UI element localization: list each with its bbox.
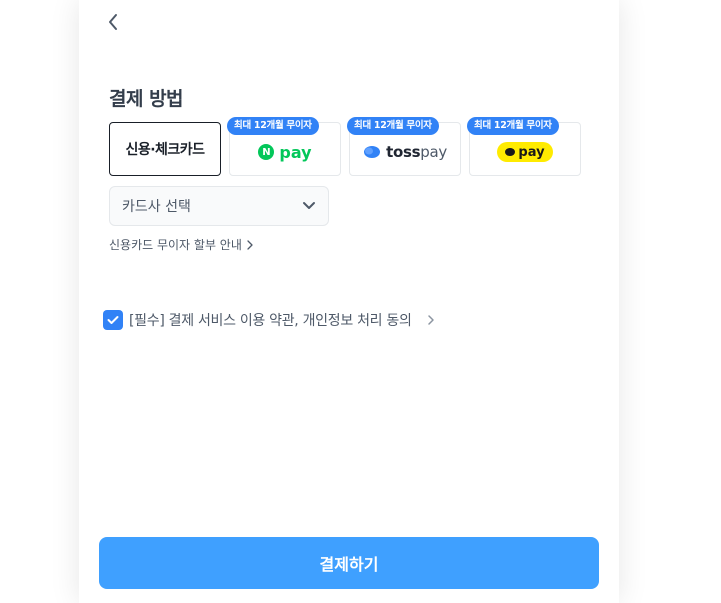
kakaopay-pill: pay (497, 142, 553, 162)
pay-button[interactable]: 결제하기 (99, 537, 599, 589)
installment-info-label: 신용카드 무이자 할부 안내 (109, 238, 242, 252)
kakao-bubble-icon (505, 148, 516, 156)
chevron-left-icon (109, 14, 117, 30)
kakaopay-label: pay (518, 144, 545, 160)
npay-label: pay (279, 142, 312, 162)
installment-info-link[interactable]: 신용카드 무이자 할부 안내 (109, 236, 254, 253)
method-kakaopay[interactable]: 최대 12개월 무이자 pay (467, 117, 581, 176)
method-card-label: 신용·체크카드 (125, 142, 205, 158)
section-title: 결제 방법 (109, 88, 184, 110)
check-icon (107, 316, 119, 324)
interest-free-badge: 최대 12개월 무이자 (347, 117, 439, 135)
interest-free-badge: 최대 12개월 무이자 (227, 117, 319, 135)
payment-panel: 결제 방법 신용·체크카드 최대 12개월 무이자 N pay 최대 12개월 … (79, 0, 619, 603)
chevron-right-icon (247, 239, 253, 250)
method-card[interactable]: 신용·체크카드 (109, 122, 221, 176)
tosspay-logo: tosspay (363, 143, 447, 161)
interest-free-badge: 최대 12개월 무이자 (467, 117, 559, 135)
kakaopay-logo: pay (497, 142, 553, 162)
naver-n-icon: N (258, 144, 275, 160)
npay-logo: N pay (258, 142, 312, 162)
back-button[interactable] (99, 8, 127, 36)
chevron-right-icon[interactable] (424, 313, 438, 327)
payment-methods: 신용·체크카드 최대 12개월 무이자 N pay 최대 12개월 무이자 to… (109, 117, 581, 176)
method-npay[interactable]: 최대 12개월 무이자 N pay (227, 117, 341, 176)
agreement-checkbox[interactable] (103, 310, 123, 330)
chevron-down-icon (303, 202, 315, 209)
toss-icon (364, 146, 381, 158)
tosspay-label: tosspay (386, 143, 447, 161)
card-select-value: 카드사 선택 (122, 199, 191, 215)
agreement-row: [필수] 결제 서비스 이용 약관, 개인정보 처리 동의 (103, 310, 438, 330)
method-tosspay[interactable]: 최대 12개월 무이자 tosspay (347, 117, 461, 176)
card-company-select[interactable]: 카드사 선택 (109, 186, 329, 226)
agreement-label: [필수] 결제 서비스 이용 약관, 개인정보 처리 동의 (129, 313, 412, 329)
